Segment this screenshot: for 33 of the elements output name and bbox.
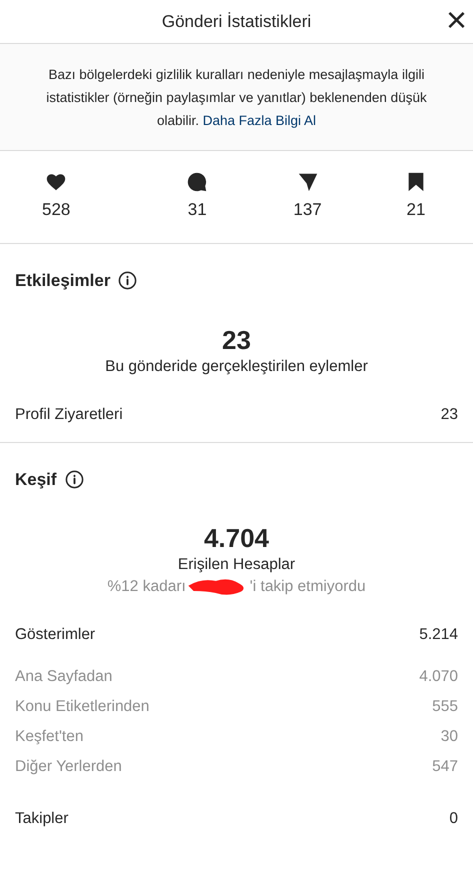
stat-value: 4.070 [419, 667, 458, 688]
close-button[interactable]: × [442, 2, 471, 38]
stat-value: 23 [440, 404, 458, 425]
stat-label: Diğer Yerlerden [15, 757, 122, 778]
learn-more-link[interactable]: Daha Fazla Bilgi Al [202, 112, 316, 128]
metric-label: Erişilen Hesaplar [178, 555, 296, 575]
stat-count: 21 [406, 199, 426, 222]
stat-label: Takipler [15, 809, 68, 830]
stat-label: Konu Etiketlerinden [15, 697, 150, 718]
metric-note: %12 kadarı [107, 577, 186, 597]
info-icon[interactable] [64, 470, 84, 489]
metric-note: 'i takip etmiyordu [250, 577, 366, 597]
stat-value: 555 [432, 697, 458, 718]
stat-label: Keşfet'ten [15, 727, 84, 748]
stat-label: Profil Ziyaretleri [15, 404, 123, 425]
stat-count: 528 [42, 199, 70, 222]
stat-value: 0 [449, 809, 458, 830]
metric-label: Bu gönderide gerçekleştirilen eylemler [105, 356, 368, 376]
metric-value: 23 [222, 324, 251, 356]
stat-label: Gösterimler [15, 625, 96, 646]
metric-value: 4.704 [204, 522, 270, 554]
dialog-title: Gönderi İstatistikleri [162, 10, 312, 33]
privacy-notice: Bazı bölgelerdeki gizlilik kuralları nedeniyle mesajlaşmayla ilgili istatistikler (örneğin paylaşımlar ve yanıtlar) beklenenden düşük olabilir. Daha Fazla Bilgi Al [45, 66, 428, 130]
stat-count: 137 [293, 199, 322, 222]
stat-value: 30 [440, 727, 458, 748]
stat-value: 5.214 [419, 625, 458, 646]
stat-count: 31 [188, 199, 207, 222]
stat-value: 547 [432, 757, 458, 778]
section-title: Keşif [15, 468, 57, 490]
speech-bubble-icon [186, 171, 208, 194]
stat-label: Ana Sayfadan [15, 667, 112, 688]
info-icon[interactable] [118, 271, 138, 290]
section-title: Etkileşimler [15, 270, 110, 292]
